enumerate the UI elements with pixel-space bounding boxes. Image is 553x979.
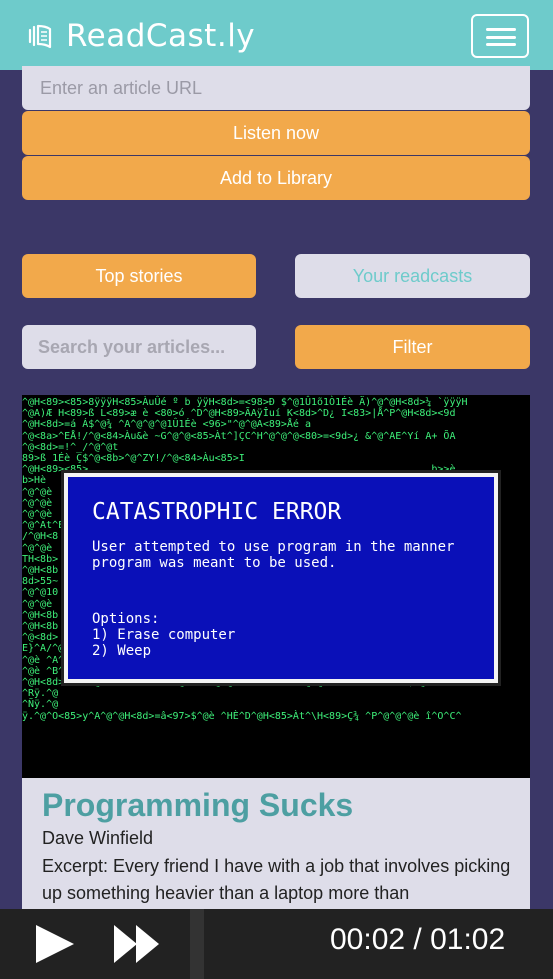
top-navbar: ReadCast.ly (0, 0, 553, 70)
add-to-library-button[interactable]: Add to Library (22, 156, 530, 200)
menu-toggle-button[interactable] (471, 14, 529, 58)
filter-button[interactable]: Filter (295, 325, 530, 369)
search-articles-input[interactable]: Search your articles... (22, 325, 256, 369)
audio-player: 00:02 / 01:02 (0, 909, 553, 979)
player-divider (190, 909, 204, 979)
article-url-input[interactable]: Enter an article URL (22, 66, 530, 110)
fast-forward-icon[interactable] (112, 922, 162, 966)
brand-name: ReadCast.ly (66, 18, 256, 54)
error-message: User attempted to use program in the man… (92, 539, 455, 571)
hamburger-menu-icon (486, 28, 516, 31)
brand-logo[interactable]: ReadCast.ly (28, 18, 255, 54)
article-image: ^@H<89><85>8ÿÿÿH<85>ÀuÛé º b ÿÿH<8d>=<98… (22, 395, 530, 778)
error-options: Options: 1) Erase computer 2) Weep (92, 611, 236, 659)
tab-your-readcasts[interactable]: Your readcasts (295, 254, 530, 298)
book-soundwave-icon (28, 24, 52, 49)
error-dialog: CATASTROPHIC ERROR User attempted to use… (64, 473, 498, 683)
playback-time: 00:02 / 01:02 (330, 923, 506, 956)
play-icon[interactable] (34, 922, 76, 966)
error-title: CATASTROPHIC ERROR (92, 499, 342, 525)
tab-top-stories[interactable]: Top stories (22, 254, 256, 298)
article-excerpt: Excerpt: Every friend I have with a job … (42, 856, 511, 903)
player-controls (0, 909, 190, 979)
article-title[interactable]: Programming Sucks (42, 787, 353, 824)
article-card[interactable]: ^@H<89><85>8ÿÿÿH<85>ÀuÛé º b ÿÿH<8d>=<98… (22, 395, 530, 935)
listen-now-button[interactable]: Listen now (22, 111, 530, 155)
article-author: Dave Winfield (42, 828, 154, 848)
